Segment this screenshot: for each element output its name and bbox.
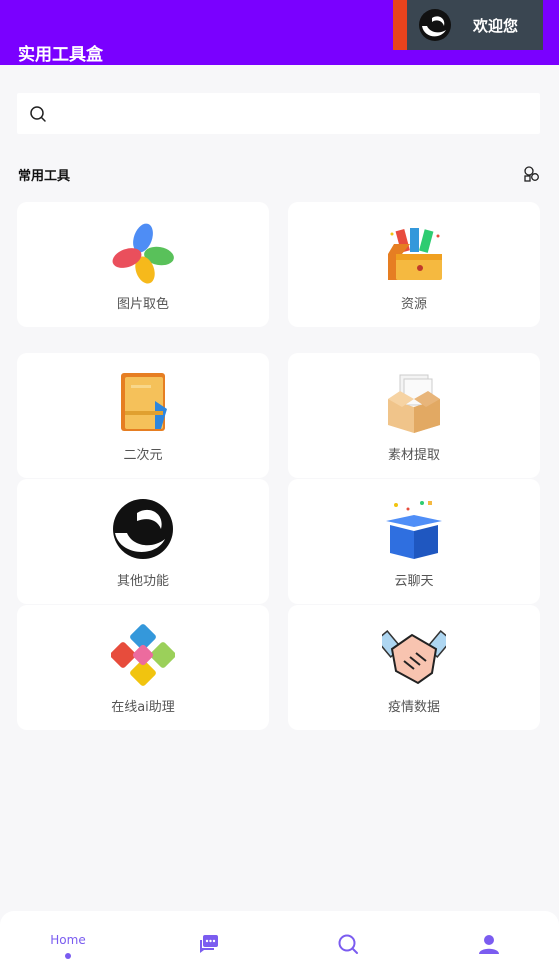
shapes-icon[interactable] bbox=[522, 165, 540, 183]
tool-card-resources[interactable]: 资源 bbox=[288, 202, 540, 327]
avatar bbox=[407, 0, 463, 50]
bottom-nav: Home bbox=[0, 911, 559, 976]
tool-label: 素材提取 bbox=[387, 448, 440, 463]
tool-label: 云聊天 bbox=[394, 574, 434, 589]
handshake-icon bbox=[382, 630, 446, 685]
tool-label: 图片取色 bbox=[116, 297, 169, 312]
nav-home[interactable]: Home bbox=[23, 911, 113, 976]
petals-icon bbox=[112, 223, 174, 284]
tool-card-other-features[interactable]: 其他功能 bbox=[17, 479, 269, 604]
tool-label: 疫情数据 bbox=[387, 700, 440, 715]
search-input[interactable] bbox=[55, 106, 540, 121]
tool-card-epidemic-data[interactable]: 疫情数据 bbox=[288, 605, 540, 730]
wolf-avatar-icon bbox=[419, 9, 451, 41]
nav-search[interactable] bbox=[303, 911, 393, 976]
tool-label: 在线ai助理 bbox=[111, 700, 175, 715]
tool-card-color-picker[interactable]: 图片取色 bbox=[17, 202, 269, 327]
tool-card-ai-assistant[interactable]: 在线ai助理 bbox=[17, 605, 269, 730]
nav-profile[interactable] bbox=[444, 911, 534, 976]
tool-label: 其他功能 bbox=[116, 574, 169, 589]
gift-box-icon bbox=[386, 501, 442, 559]
search-icon bbox=[338, 934, 358, 954]
tool-card-anime[interactable]: 二次元 bbox=[17, 353, 269, 478]
tool-card-cloud-chat[interactable]: 云聊天 bbox=[288, 479, 540, 604]
chat-bubbles-icon bbox=[200, 934, 218, 953]
search-bar[interactable] bbox=[17, 93, 540, 134]
user-icon bbox=[479, 934, 499, 954]
tool-label: 资源 bbox=[400, 297, 427, 312]
welcome-banner[interactable]: 欢迎您 bbox=[393, 0, 543, 50]
folder-book-icon bbox=[121, 373, 167, 431]
treasure-chest-icon bbox=[388, 228, 442, 280]
app-title: 实用工具盒 bbox=[18, 45, 103, 65]
tool-label: 二次元 bbox=[123, 448, 163, 463]
welcome-label: 欢迎您 bbox=[473, 16, 519, 35]
wolf-logo-icon bbox=[113, 499, 173, 559]
search-icon bbox=[30, 105, 46, 122]
nav-home-label: Home bbox=[50, 932, 86, 947]
section-title: 常用工具 bbox=[18, 169, 71, 184]
active-indicator bbox=[65, 952, 71, 959]
welcome-accent-stripe bbox=[393, 0, 407, 50]
nav-messages[interactable] bbox=[164, 911, 254, 976]
tool-card-material-extract[interactable]: 素材提取 bbox=[288, 353, 540, 478]
open-box-icon bbox=[388, 374, 440, 433]
puzzle-icon bbox=[111, 624, 175, 686]
